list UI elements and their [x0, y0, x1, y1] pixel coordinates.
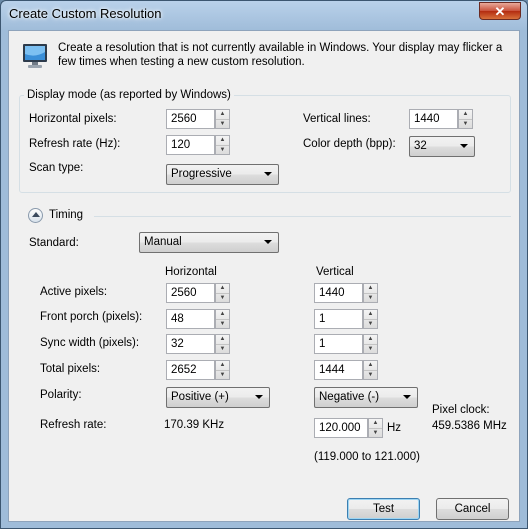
- intro-text-line1: Create a resolution that is not currentl…: [58, 42, 503, 54]
- title-bar[interactable]: Create Custom Resolution ✕: [1, 1, 527, 27]
- refresh-rate-label: Refresh rate (Hz):: [29, 138, 121, 150]
- front-porch-h-field[interactable]: 48: [166, 309, 215, 329]
- refresh-range-text: (119.000 to 121.000): [314, 451, 420, 463]
- active-pixels-label: Active pixels:: [40, 286, 108, 298]
- chevron-down-icon: [264, 240, 272, 244]
- vertical-lines-field[interactable]: 1440: [409, 109, 458, 129]
- active-pixels-h-spinner[interactable]: ▲ ▼: [215, 283, 230, 303]
- scan-type-value: Progressive: [171, 168, 232, 180]
- horizontal-pixels-spinner[interactable]: ▲ ▼: [215, 109, 230, 129]
- sync-width-h-field[interactable]: 32: [166, 334, 215, 354]
- chevron-down-icon: [460, 144, 468, 148]
- color-depth-dropdown[interactable]: 32: [409, 136, 475, 157]
- total-pixels-label: Total pixels:: [40, 363, 101, 375]
- test-button[interactable]: Test: [347, 498, 420, 520]
- scan-type-dropdown[interactable]: Progressive: [166, 164, 279, 185]
- close-button[interactable]: ✕: [479, 2, 521, 20]
- standard-dropdown[interactable]: Manual: [139, 232, 279, 253]
- total-pixels-v-field[interactable]: 1444: [314, 360, 363, 380]
- total-pixels-h-field[interactable]: 2652: [166, 360, 215, 380]
- vertical-column-header: Vertical: [316, 266, 354, 278]
- front-porch-v-field[interactable]: 1: [314, 309, 363, 329]
- refresh-rate-field[interactable]: 120: [166, 135, 215, 155]
- timing-separator: [94, 216, 511, 217]
- chevron-down-icon: [255, 395, 263, 399]
- front-porch-label: Front porch (pixels):: [40, 311, 143, 323]
- total-pixels-v-spinner[interactable]: ▲ ▼: [363, 360, 378, 380]
- monitor-icon: [23, 44, 47, 68]
- pixel-clock-label: Pixel clock:: [432, 404, 490, 416]
- vertical-refresh-unit: Hz: [387, 422, 402, 434]
- standard-label: Standard:: [29, 237, 79, 249]
- polarity-label: Polarity:: [40, 389, 82, 401]
- sync-width-h-spinner[interactable]: ▲ ▼: [215, 334, 230, 354]
- vertical-lines-label: Vertical lines:: [303, 113, 371, 125]
- sync-width-label: Sync width (pixels):: [40, 337, 140, 349]
- vertical-refresh-field[interactable]: 120.000: [314, 418, 368, 438]
- active-pixels-h-field[interactable]: 2560: [166, 283, 215, 303]
- horizontal-pixels-field[interactable]: 2560: [166, 109, 215, 129]
- chevron-down-icon: [264, 172, 272, 176]
- polarity-v-dropdown[interactable]: Negative (-): [314, 387, 418, 408]
- timing-collapse-toggle[interactable]: [28, 208, 43, 223]
- timing-refresh-rate-label: Refresh rate:: [40, 419, 107, 431]
- cancel-button[interactable]: Cancel: [436, 498, 509, 520]
- chevron-down-icon: [403, 395, 411, 399]
- standard-value: Manual: [144, 236, 182, 248]
- horizontal-pixels-label: Horizontal pixels:: [29, 113, 117, 125]
- front-porch-h-spinner[interactable]: ▲ ▼: [215, 309, 230, 329]
- color-depth-value: 32: [414, 140, 427, 152]
- polarity-v-value: Negative (-): [319, 391, 380, 403]
- refresh-rate-spinner[interactable]: ▲ ▼: [215, 135, 230, 155]
- display-mode-group-label: Display mode (as reported by Windows): [24, 89, 234, 101]
- scan-type-label: Scan type:: [29, 162, 84, 174]
- front-porch-v-spinner[interactable]: ▲ ▼: [363, 309, 378, 329]
- sync-width-v-field[interactable]: 1: [314, 334, 363, 354]
- polarity-h-value: Positive (+): [171, 391, 229, 403]
- dialog-window: Create Custom Resolution ✕ Create a reso…: [0, 0, 528, 529]
- polarity-h-dropdown[interactable]: Positive (+): [166, 387, 270, 408]
- horizontal-column-header: Horizontal: [165, 266, 217, 278]
- pixel-clock-value: 459.5386 MHz: [432, 420, 507, 432]
- total-pixels-h-spinner[interactable]: ▲ ▼: [215, 360, 230, 380]
- horizontal-refresh-value: 170.39 KHz: [164, 419, 225, 431]
- active-pixels-v-field[interactable]: 1440: [314, 283, 363, 303]
- sync-width-v-spinner[interactable]: ▲ ▼: [363, 334, 378, 354]
- dialog-body: Create a resolution that is not currentl…: [8, 30, 520, 522]
- color-depth-label: Color depth (bpp):: [303, 138, 396, 150]
- active-pixels-v-spinner[interactable]: ▲ ▼: [363, 283, 378, 303]
- close-icon: ✕: [494, 4, 506, 19]
- vertical-refresh-spinner[interactable]: ▲ ▼: [368, 418, 383, 438]
- window-title: Create Custom Resolution: [9, 6, 162, 21]
- intro-text-line2: few times when testing a new custom reso…: [58, 56, 305, 68]
- timing-label: Timing: [49, 209, 84, 221]
- vertical-lines-spinner[interactable]: ▲ ▼: [458, 109, 473, 129]
